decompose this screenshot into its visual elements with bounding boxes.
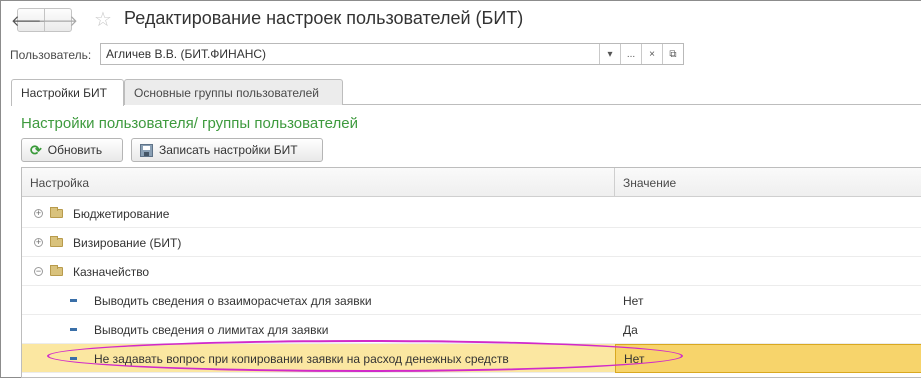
arrow-right-icon: 🡒 [37,12,79,30]
folder-icon [50,265,63,276]
tab-bit-settings[interactable]: Настройки БИТ [11,79,124,106]
select-button[interactable]: ... [620,44,641,64]
row-label: Не задавать вопрос при копировании заявк… [94,351,509,366]
open-button[interactable]: ⧉ [662,44,683,64]
table-row[interactable]: + Визирование (БИТ) [22,228,921,257]
user-label: Пользователь: [10,48,92,62]
collapse-icon[interactable]: − [34,267,43,276]
table-row-selected[interactable]: Не задавать вопрос при копировании заявк… [22,344,921,373]
row-value[interactable]: Да [615,315,921,344]
refresh-label: Обновить [47,143,103,157]
expand-icon[interactable]: + [34,238,43,247]
expand-icon[interactable]: + [34,209,43,218]
user-field[interactable]: Агличев В.В. (БИТ.ФИНАНС) ▾ ... × ⧉ [100,43,684,65]
tab-user-groups[interactable]: Основные группы пользователей [124,79,343,105]
row-value[interactable]: Нет [615,344,921,373]
refresh-button[interactable]: ⟳ Обновить [21,138,123,162]
setting-icon [70,299,77,302]
folder-icon [50,236,63,247]
row-value [615,199,921,228]
page-title: Редактирование настроек пользователей (Б… [124,8,524,28]
setting-icon [70,328,77,331]
save-icon [140,143,153,157]
folder-icon [50,207,63,218]
user-value[interactable]: Агличев В.В. (БИТ.ФИНАНС) [101,44,599,64]
section-title: Настройки пользователя/ группы пользоват… [21,115,358,132]
table-header: Настройка Значение [22,168,921,197]
clear-button[interactable]: × [641,44,662,64]
dropdown-button[interactable]: ▾ [599,44,620,64]
save-label: Записать настройки БИТ [159,143,298,157]
forward-button[interactable]: 🡒 [38,8,78,32]
save-settings-button[interactable]: Записать настройки БИТ [131,138,323,162]
row-label: Бюджетирование [73,206,170,221]
refresh-icon: ⟳ [30,141,42,158]
star-icon[interactable]: ☆ [94,7,112,32]
column-header-value[interactable]: Значение [615,168,921,197]
row-label: Казначейство [73,264,150,279]
settings-table: Настройка Значение + Бюджетирование + Ви… [21,167,921,378]
table-row[interactable]: Выводить сведения о лимитах для заявки Д… [22,315,921,344]
row-value[interactable]: Нет [615,286,921,315]
row-value [615,257,921,286]
setting-icon [70,357,77,360]
table-row[interactable]: Выводить сведения о взаиморасчетах для з… [22,286,921,315]
table-row[interactable]: + Бюджетирование [22,199,921,228]
row-value [615,228,921,257]
column-header-setting[interactable]: Настройка [22,168,615,197]
row-label: Визирование (БИТ) [73,235,182,250]
table-row[interactable]: − Казначейство [22,257,921,286]
row-label: Выводить сведения о взаиморасчетах для з… [94,293,372,308]
row-label: Выводить сведения о лимитах для заявки [94,322,329,337]
